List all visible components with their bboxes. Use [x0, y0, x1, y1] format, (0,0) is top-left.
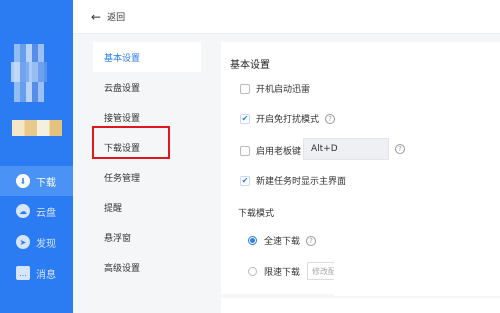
full-speed-row[interactable]: 全速下载 ?: [248, 234, 317, 247]
help-icon[interactable]: ?: [325, 113, 336, 124]
showmain-label: 新建任务时显示主界面: [256, 177, 347, 187]
autostart-row[interactable]: 开机启动迅雷: [240, 82, 310, 95]
sidebar-item-download[interactable]: ⬇ 下载: [0, 166, 73, 196]
bosskey-input[interactable]: Alt+D: [303, 138, 389, 160]
highlight-box: [92, 126, 170, 159]
menu-item-cloud[interactable]: 云盘设置: [93, 72, 201, 102]
menu-item-reminder[interactable]: 提醒: [93, 192, 201, 222]
menu-item-tasks[interactable]: 任务管理: [93, 162, 201, 192]
sidebar-item-cloud[interactable]: ☁ 云盘: [0, 196, 73, 226]
cloud-icon: ☁: [16, 204, 30, 218]
compass-icon: ➤: [16, 235, 30, 249]
limited-speed-radio[interactable]: [248, 267, 257, 276]
bosskey-row[interactable]: 启用老板键: [240, 144, 301, 157]
sidebar-item-label: 下载: [36, 177, 56, 189]
help-icon[interactable]: ?: [395, 144, 405, 154]
menu-item-advanced[interactable]: 高级设置: [93, 252, 201, 282]
bosskey-label: 启用老板键: [256, 147, 302, 157]
download-mode-title: 下载模式: [238, 209, 275, 219]
download-icon: ⬇: [16, 174, 30, 188]
sidebar-item-messages[interactable]: … 消息: [0, 258, 73, 288]
full-speed-radio[interactable]: [248, 236, 257, 245]
sidebar: ⬇ 下载 ☁ 云盘 ➤ 发现 … 消息: [0, 0, 73, 313]
menu-item-basic[interactable]: 基本设置: [93, 42, 201, 72]
sidebar-item-label: 云盘: [36, 207, 56, 219]
back-button[interactable]: 返回: [107, 10, 125, 23]
bosskey-checkbox[interactable]: [240, 145, 250, 156]
autostart-label: 开机启动迅雷: [256, 85, 311, 95]
nodisturb-label: 开启免打扰模式: [256, 115, 320, 125]
full-speed-label: 全速下载: [264, 237, 301, 247]
nodisturb-checkbox[interactable]: ✔: [240, 113, 250, 124]
topbar: ← 返回: [73, 0, 500, 34]
settings-panel-next: [221, 298, 500, 313]
message-icon: …: [16, 266, 30, 280]
sidebar-item-label: 发现: [36, 238, 56, 250]
menu-item-floating-window[interactable]: 悬浮窗: [93, 222, 201, 252]
limit-speed-input[interactable]: 修改配: [307, 262, 337, 280]
limited-speed-row[interactable]: 限速下载: [248, 265, 300, 278]
avatar[interactable]: [11, 44, 47, 102]
showmain-checkbox[interactable]: ✔: [240, 175, 250, 186]
autostart-checkbox[interactable]: [240, 83, 250, 94]
section-title-basic: 基本设置: [230, 60, 270, 71]
username-blurred: [12, 120, 62, 136]
settings-menu: 基本设置 云盘设置 接管设置 下载设置 任务管理 提醒 悬浮窗 高级设置: [93, 42, 201, 282]
nodisturb-row[interactable]: ✔ 开启免打扰模式 ?: [240, 112, 336, 125]
back-arrow-icon[interactable]: ←: [91, 10, 101, 24]
limited-speed-label: 限速下载: [264, 268, 301, 278]
sidebar-item-label: 消息: [36, 269, 56, 281]
sidebar-item-discover[interactable]: ➤ 发现: [0, 227, 73, 257]
overlay-cover: [334, 256, 500, 296]
showmain-row[interactable]: ✔ 新建任务时显示主界面: [240, 174, 346, 187]
help-icon[interactable]: ?: [306, 235, 317, 246]
